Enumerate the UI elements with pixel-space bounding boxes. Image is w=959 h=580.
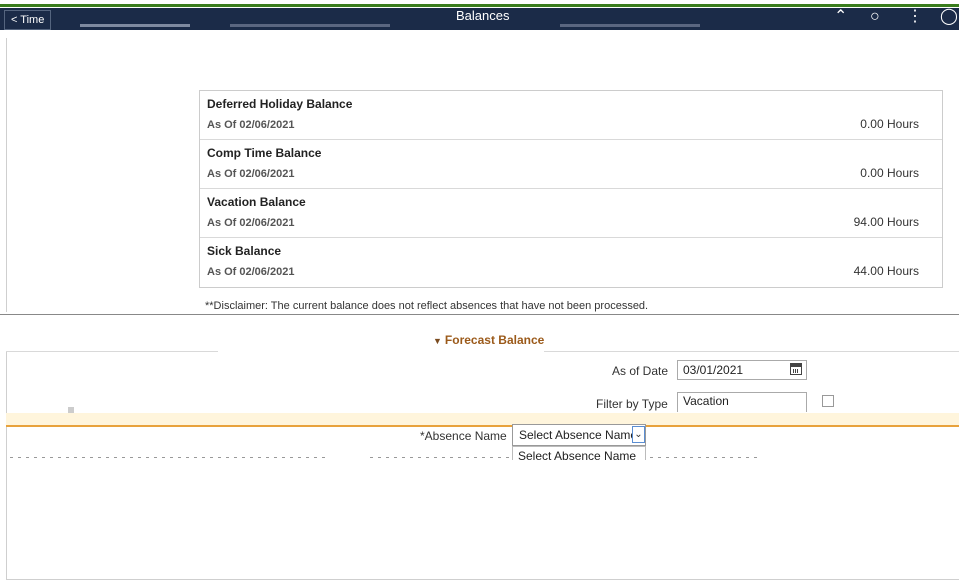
more-actions-icon[interactable]: ⋮ (907, 9, 923, 25)
balance-value: 94.00 Hours (853, 215, 919, 229)
filter-by-type-label: Filter by Type (596, 397, 668, 411)
balance-row: Comp Time Balance As Of 02/06/2021 0.00 … (200, 140, 942, 189)
disclaimer-text: **Disclaimer: The current balance does n… (205, 300, 649, 312)
balance-name: Vacation Balance (207, 195, 306, 209)
forecast-section-toggle[interactable]: ▼ Forecast Balance (433, 333, 544, 347)
highlight-band (6, 413, 959, 425)
balances-card: Deferred Holiday Balance As Of 02/06/202… (199, 90, 943, 288)
balance-name: Comp Time Balance (207, 146, 322, 160)
filter-by-type-select[interactable]: Vacation (677, 392, 807, 412)
balance-as-of: As Of 02/06/2021 (207, 168, 295, 180)
balance-value: 44.00 Hours (853, 264, 919, 278)
balance-name: Sick Balance (207, 244, 282, 258)
balance-value: 0.00 Hours (860, 166, 919, 180)
balance-as-of: As Of 02/06/2021 (207, 217, 295, 229)
search-icon[interactable]: ○ (870, 9, 880, 25)
balance-row: Sick Balance As Of 02/06/2021 44.00 Hour… (200, 238, 942, 287)
forecast-section-title: Forecast Balance (444, 333, 545, 347)
chevron-down-icon[interactable]: ⌄ (632, 426, 645, 443)
absence-name-select[interactable]: Select Absence Name (512, 424, 646, 446)
divider (0, 314, 959, 315)
collapse-triangle-icon: ▼ (433, 336, 442, 346)
dropdown-option[interactable]: Select Absence Name (512, 446, 646, 460)
header-bar: < Time Balances ⌃ ○ ⋮ ◯ (0, 0, 959, 38)
orange-rule (6, 425, 959, 427)
balance-value: 0.00 Hours (860, 117, 919, 131)
divider (544, 351, 959, 352)
header-blur (80, 24, 190, 27)
balance-row: Vacation Balance As Of 02/06/2021 94.00 … (200, 189, 942, 238)
render-artifact (650, 457, 760, 458)
header-blur (560, 24, 700, 27)
balance-as-of: As Of 02/06/2021 (207, 119, 295, 131)
as-of-date-input[interactable] (677, 360, 807, 380)
balance-row: Deferred Holiday Balance As Of 02/06/202… (200, 91, 942, 140)
header-accent-stripe (0, 4, 959, 7)
absence-name-label: *Absence Name (420, 429, 507, 443)
header-blur (230, 24, 390, 27)
nav-compass-icon[interactable]: ◯ (940, 9, 958, 25)
balance-as-of: As Of 02/06/2021 (207, 266, 295, 278)
divider (6, 351, 218, 352)
render-artifact (370, 457, 510, 458)
home-icon[interactable]: ⌃ (834, 9, 847, 25)
render-artifact (10, 457, 330, 458)
back-button[interactable]: < Time (4, 10, 52, 30)
calendar-icon[interactable] (790, 363, 802, 375)
balance-name: Deferred Holiday Balance (207, 97, 353, 111)
as-of-date-label: As of Date (612, 364, 669, 378)
page-title: Balances (456, 8, 510, 23)
lookup-icon[interactable] (822, 395, 834, 407)
